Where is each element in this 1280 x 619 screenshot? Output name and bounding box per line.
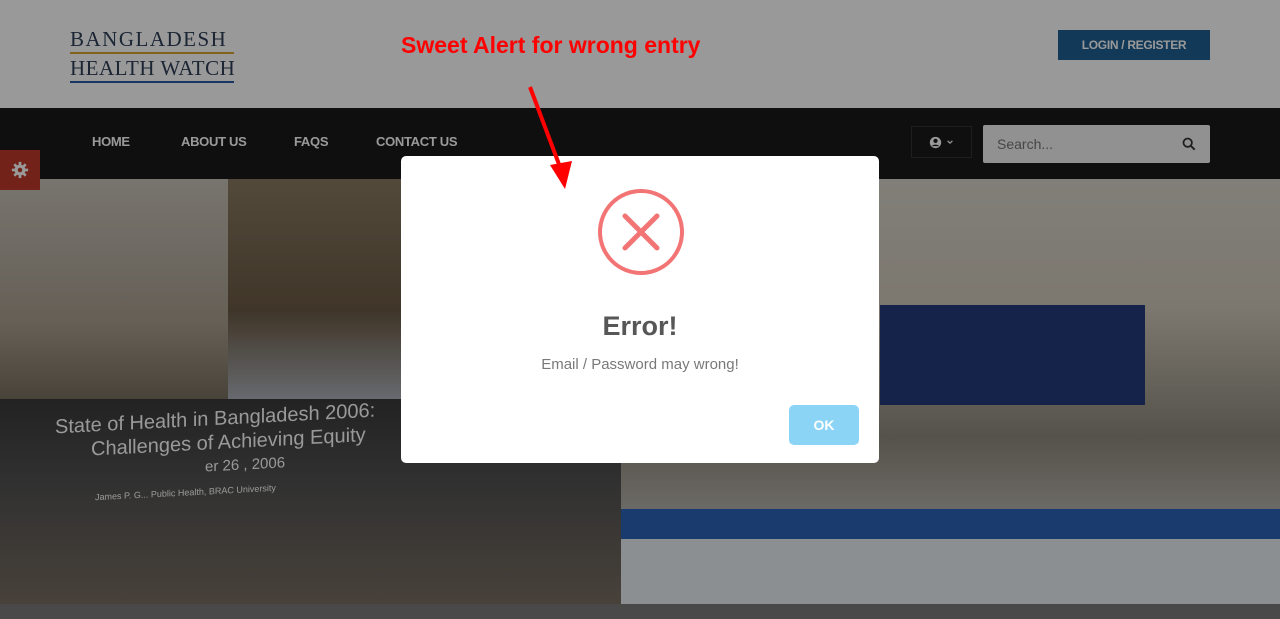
error-alert-dialog: Error! Email / Password may wrong! OK xyxy=(401,156,879,463)
annotation-arrow-icon xyxy=(528,86,572,189)
annotation-label: Sweet Alert for wrong entry xyxy=(401,32,701,58)
alert-ok-button[interactable]: OK xyxy=(789,405,859,445)
alert-message: Email / Password may wrong! xyxy=(541,356,739,373)
error-x-icon xyxy=(598,189,684,275)
alert-title: Error! xyxy=(602,311,678,341)
